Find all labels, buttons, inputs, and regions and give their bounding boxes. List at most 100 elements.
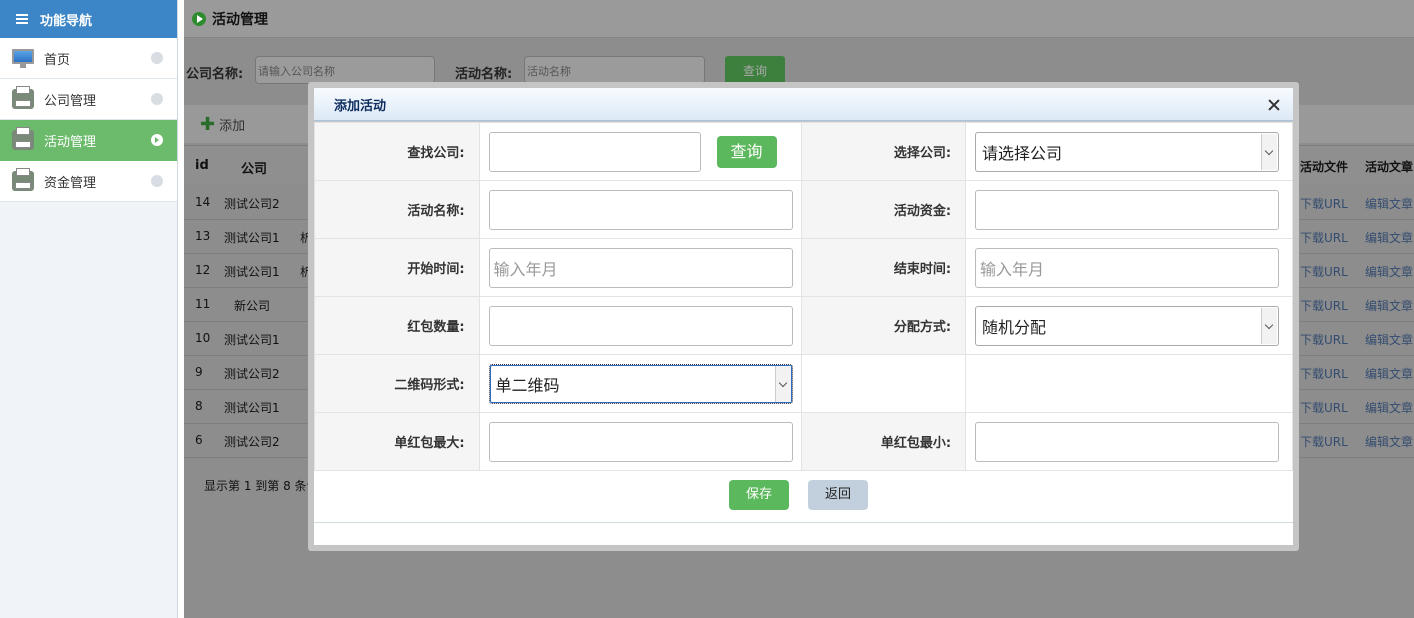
sidebar-item-activity[interactable]: 活动管理 bbox=[0, 120, 177, 161]
column-header: id bbox=[195, 158, 209, 173]
close-icon[interactable] bbox=[1265, 96, 1283, 114]
download-link[interactable]: 下载URL bbox=[1300, 331, 1348, 348]
row-company: 测试公司1 bbox=[224, 265, 280, 279]
edit-article-link[interactable]: 编辑文章 bbox=[1365, 331, 1413, 348]
sidebar-item-label: 活动管理 bbox=[44, 134, 97, 150]
monitor-icon bbox=[12, 49, 34, 68]
row-company: 新公司 bbox=[234, 299, 271, 313]
find-company-input[interactable] bbox=[488, 131, 701, 172]
printer-icon bbox=[12, 127, 34, 150]
end-time-cell: 输入年月 bbox=[965, 238, 1293, 297]
end-time-input[interactable]: 输入年月 bbox=[975, 247, 1280, 288]
row-id: 8 bbox=[195, 399, 203, 413]
row-id: 6 bbox=[195, 433, 203, 447]
row-id: 9 bbox=[195, 365, 203, 379]
chevron-down-icon bbox=[774, 365, 791, 402]
sidebar-item-label: 公司管理 bbox=[44, 93, 97, 109]
edit-article-link[interactable]: 编辑文章 bbox=[1365, 365, 1413, 382]
max-amount-input[interactable] bbox=[488, 421, 793, 462]
empty-cell bbox=[801, 354, 967, 413]
plus-icon: ✚ bbox=[200, 113, 216, 135]
activity-search-input[interactable]: 活动名称 bbox=[524, 56, 705, 84]
find-company-button[interactable]: 查询 bbox=[716, 136, 777, 168]
sidebar: 功能导航 首页 公司管理 活动管理 资金管理 bbox=[0, 0, 178, 618]
row-company: 测试公司1 bbox=[224, 231, 280, 245]
chevron-right-icon bbox=[151, 52, 163, 64]
download-link[interactable]: 下载URL bbox=[1300, 195, 1348, 212]
play-circle-icon bbox=[192, 11, 206, 26]
qr-form-dropdown[interactable]: 单二维码 bbox=[488, 363, 793, 404]
row-company: 测试公司1 bbox=[224, 401, 280, 415]
company-search-input[interactable]: 请输入公司名称 bbox=[255, 56, 435, 84]
dialog-body: 查找公司: 查询 选择公司: 请选择公司 活动名称: 活动资金: 开始时间: 输… bbox=[314, 122, 1293, 545]
page-title-label: 活动管理 bbox=[212, 11, 268, 28]
edit-article-link[interactable]: 编辑文章 bbox=[1365, 263, 1413, 280]
qr-form-label: 二维码形式: bbox=[314, 354, 480, 413]
empty-cell bbox=[965, 354, 1293, 413]
dialog-header: 添加活动 bbox=[314, 88, 1293, 121]
activity-name-cell bbox=[478, 180, 803, 239]
chevron-down-icon bbox=[1261, 307, 1278, 344]
column-header: 公司 bbox=[241, 162, 268, 177]
activity-name-label: 活动名称: bbox=[314, 180, 480, 239]
download-link[interactable]: 下载URL bbox=[1300, 263, 1348, 280]
chevron-down-icon bbox=[1261, 133, 1278, 170]
end-time-label: 结束时间: bbox=[801, 238, 967, 297]
activity-fund-cell bbox=[965, 180, 1293, 239]
pagination-info: 显示第 1 到第 8 条记 bbox=[204, 479, 319, 493]
qr-form-cell: 单二维码 bbox=[478, 354, 803, 413]
redpack-count-label: 红包数量: bbox=[314, 296, 480, 355]
redpack-count-input[interactable] bbox=[488, 305, 793, 346]
page-title: 活动管理 bbox=[184, 0, 1414, 38]
distribution-value: 随机分配 bbox=[982, 317, 1047, 337]
row-id: 14 bbox=[195, 195, 211, 209]
min-amount-input[interactable] bbox=[975, 421, 1280, 462]
chevron-right-icon bbox=[151, 93, 163, 105]
sidebar-header-label: 功能导航 bbox=[40, 13, 93, 29]
download-link[interactable]: 下载URL bbox=[1300, 399, 1348, 416]
distribution-label: 分配方式: bbox=[801, 296, 967, 355]
sidebar-item-label: 资金管理 bbox=[44, 175, 97, 191]
activity-name-input[interactable] bbox=[488, 189, 793, 230]
select-company-value: 请选择公司 bbox=[982, 143, 1063, 163]
dialog-title: 添加活动 bbox=[334, 98, 387, 114]
sidebar-item-company[interactable]: 公司管理 bbox=[0, 79, 177, 120]
sidebar-header: 功能导航 bbox=[0, 0, 177, 38]
min-amount-label: 单红包最小: bbox=[801, 412, 967, 471]
select-company-cell: 请选择公司 bbox=[965, 122, 1293, 181]
row-company: 测试公司2 bbox=[224, 435, 280, 449]
distribution-dropdown[interactable]: 随机分配 bbox=[975, 305, 1280, 346]
save-button[interactable]: 保存 bbox=[729, 480, 789, 510]
edit-article-link[interactable]: 编辑文章 bbox=[1365, 195, 1413, 212]
chevron-right-icon bbox=[151, 134, 163, 146]
start-time-input[interactable]: 输入年月 bbox=[488, 247, 793, 288]
download-link[interactable]: 下载URL bbox=[1300, 297, 1348, 314]
download-link[interactable]: 下载URL bbox=[1300, 433, 1348, 450]
sidebar-item-funds[interactable]: 资金管理 bbox=[0, 161, 177, 202]
find-company-label: 查找公司: bbox=[314, 122, 480, 181]
edit-article-link[interactable]: 编辑文章 bbox=[1365, 433, 1413, 450]
start-time-cell: 输入年月 bbox=[478, 238, 803, 297]
row-company: 测试公司1 bbox=[224, 333, 280, 347]
activity-search-label: 活动名称: bbox=[455, 67, 513, 82]
sidebar-item-home[interactable]: 首页 bbox=[0, 38, 177, 79]
redpack-count-cell bbox=[478, 296, 803, 355]
select-company-dropdown[interactable]: 请选择公司 bbox=[975, 131, 1280, 172]
download-link[interactable]: 下载URL bbox=[1300, 229, 1348, 246]
row-company: 测试公司2 bbox=[224, 197, 280, 211]
max-amount-label: 单红包最大: bbox=[314, 412, 480, 471]
edit-article-link[interactable]: 编辑文章 bbox=[1365, 229, 1413, 246]
company-search-label: 公司名称: bbox=[186, 67, 244, 82]
max-amount-cell bbox=[478, 412, 803, 471]
back-button[interactable]: 返回 bbox=[808, 480, 868, 510]
download-link[interactable]: 下载URL bbox=[1300, 365, 1348, 382]
activity-fund-input[interactable] bbox=[975, 189, 1280, 230]
start-time-label: 开始时间: bbox=[314, 238, 480, 297]
row-id: 12 bbox=[195, 263, 211, 277]
add-button[interactable]: 添加 bbox=[219, 115, 245, 134]
add-activity-dialog: 添加活动 查找公司: 查询 选择公司: 请选择公司 活动名称: 活动资金: 开始… bbox=[308, 82, 1299, 551]
find-company-cell: 查询 bbox=[478, 122, 803, 181]
edit-article-link[interactable]: 编辑文章 bbox=[1365, 297, 1413, 314]
edit-article-link[interactable]: 编辑文章 bbox=[1365, 399, 1413, 416]
row-id: 13 bbox=[195, 229, 211, 243]
